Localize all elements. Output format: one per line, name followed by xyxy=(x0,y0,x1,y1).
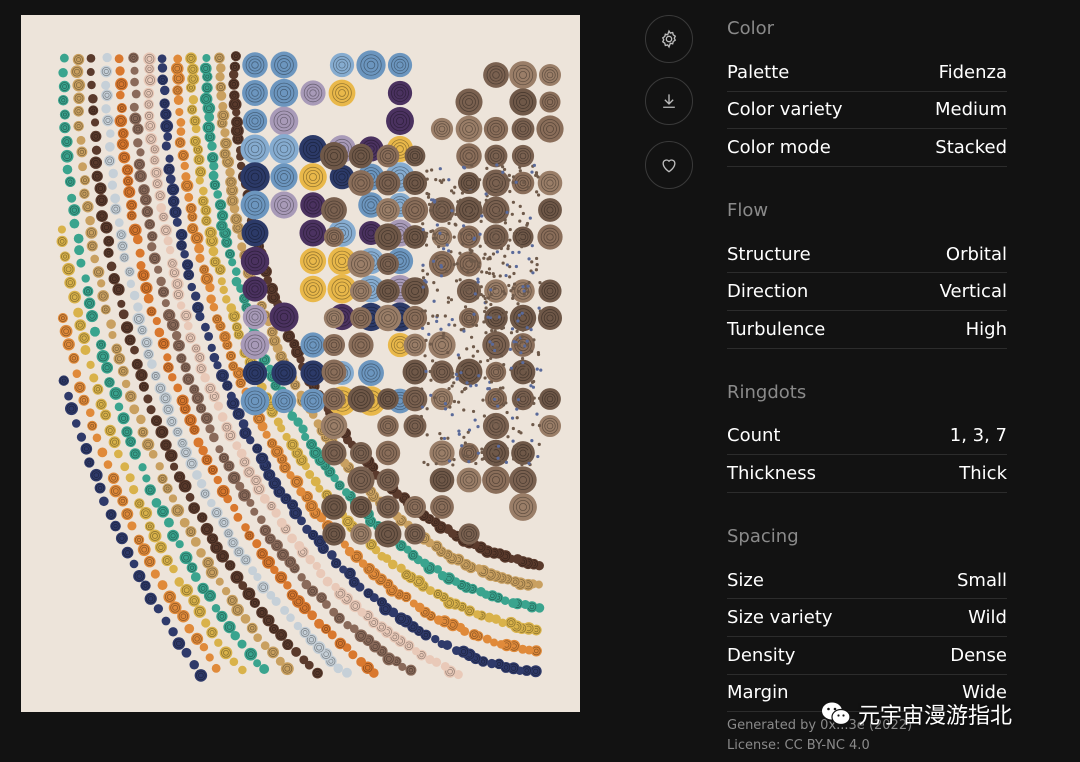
trait-value: Fidenza xyxy=(938,61,1007,83)
trait-value: Vertical xyxy=(939,281,1007,303)
trait-value: Small xyxy=(957,569,1007,591)
watermark: 元宇宙漫游指北 xyxy=(820,698,1012,730)
section-title: Color xyxy=(727,18,774,39)
heart-icon xyxy=(662,159,676,173)
trait-row-palette: Palette Fidenza xyxy=(727,54,1007,92)
trait-row-structure: Structure Orbital xyxy=(727,236,1007,274)
gear-icon xyxy=(661,29,677,49)
trait-label: Color mode xyxy=(727,136,831,158)
traits-panel: Color Palette Fidenza Color variety Medi… xyxy=(727,16,1007,743)
wechat-icon xyxy=(822,702,851,726)
trait-label: Direction xyxy=(727,281,809,303)
trait-value: Thick xyxy=(959,462,1007,484)
trait-row-count: Count 1, 3, 7 xyxy=(727,418,1007,456)
generative-artwork xyxy=(21,15,580,712)
trait-row-density: Density Dense xyxy=(727,637,1007,675)
favorite-button[interactable] xyxy=(645,141,693,189)
trait-label: Margin xyxy=(727,682,789,704)
trait-label: Color variety xyxy=(727,99,843,121)
trait-label: Structure xyxy=(727,243,811,265)
section-spacing: Spacing Size Small Size variety Wild Den… xyxy=(727,524,1007,713)
trait-label: Size variety xyxy=(727,607,833,629)
download-button[interactable] xyxy=(645,77,693,125)
watermark-text: 元宇宙漫游指北 xyxy=(858,704,1013,729)
trait-value: Stacked xyxy=(935,136,1007,158)
trait-label: Thickness xyxy=(727,462,816,484)
trait-row-size: Size Small xyxy=(727,562,1007,600)
license: License: CC BY-NC 4.0 xyxy=(727,738,870,753)
trait-row-color-mode: Color mode Stacked xyxy=(727,129,1007,167)
trait-value: Orbital xyxy=(945,243,1007,265)
trait-label: Turbulence xyxy=(727,318,826,340)
trait-label: Palette xyxy=(727,61,790,83)
trait-row-thickness: Thickness Thick xyxy=(727,455,1007,493)
trait-value: Medium xyxy=(935,99,1007,121)
trait-label: Density xyxy=(727,644,796,666)
section-title: Flow xyxy=(727,199,769,221)
section-ringdots: Ringdots Count 1, 3, 7 Thickness Thick xyxy=(727,380,1007,493)
settings-button[interactable] xyxy=(645,15,693,63)
trait-label: Count xyxy=(727,425,781,447)
trait-row-size-variety: Size variety Wild xyxy=(727,599,1007,637)
artwork-svg xyxy=(56,50,564,682)
trait-value: Wild xyxy=(968,607,1007,629)
section-title: Ringdots xyxy=(727,381,807,403)
trait-value: 1, 3, 7 xyxy=(949,425,1007,447)
trait-row-color-variety: Color variety Medium xyxy=(727,92,1007,130)
trait-label: Size xyxy=(727,569,764,591)
download-icon xyxy=(663,94,675,108)
trait-value: Dense xyxy=(950,644,1007,666)
trait-row-turbulence: Turbulence High xyxy=(727,311,1007,349)
section-color: Color Palette Fidenza Color variety Medi… xyxy=(727,16,1007,167)
section-title: Spacing xyxy=(727,525,799,547)
trait-value: High xyxy=(965,318,1007,340)
trait-row-direction: Direction Vertical xyxy=(727,273,1007,311)
section-flow: Flow Structure Orbital Direction Vertica… xyxy=(727,198,1007,349)
